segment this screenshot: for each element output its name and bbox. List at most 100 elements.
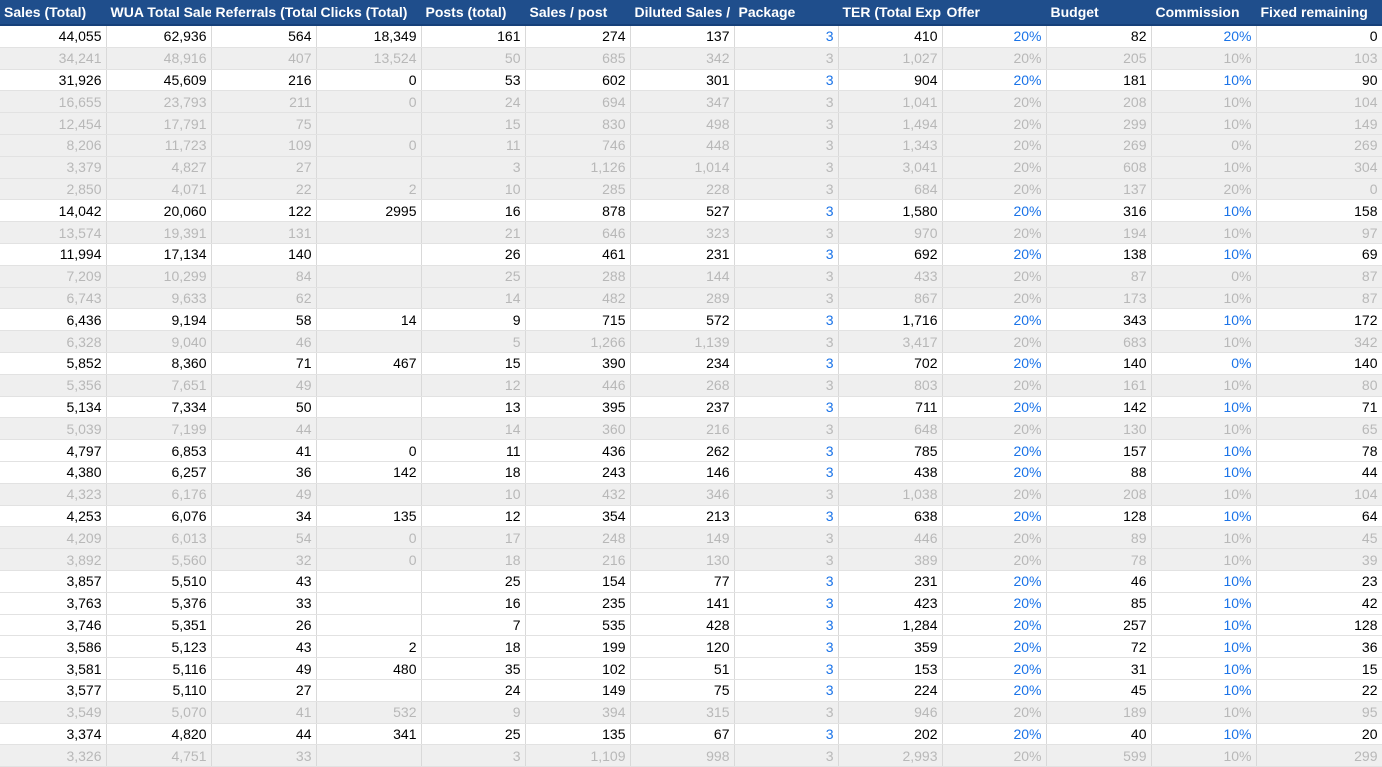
table-cell[interactable]: 44 bbox=[1256, 461, 1382, 484]
table-cell[interactable]: 102 bbox=[525, 657, 631, 680]
table-cell[interactable]: 269 bbox=[1046, 134, 1152, 157]
table-cell[interactable]: 43 bbox=[211, 570, 317, 593]
table-cell[interactable]: 3 bbox=[421, 744, 526, 767]
table-cell[interactable]: 5,376 bbox=[106, 592, 212, 615]
table-cell[interactable]: 323 bbox=[630, 221, 735, 244]
table-cell[interactable]: 1,027 bbox=[838, 47, 943, 70]
table-cell[interactable]: 685 bbox=[525, 47, 631, 70]
table-cell[interactable]: 10% bbox=[1151, 548, 1257, 571]
table-cell[interactable]: 20% bbox=[942, 69, 1047, 92]
table-cell[interactable]: 39 bbox=[1256, 548, 1382, 571]
table-cell[interactable]: 18 bbox=[421, 635, 526, 659]
table-cell[interactable]: 10% bbox=[1151, 483, 1257, 506]
table-cell[interactable]: 20% bbox=[942, 90, 1047, 114]
table-cell[interactable] bbox=[316, 265, 422, 288]
table-cell[interactable]: 20% bbox=[942, 439, 1047, 462]
table-cell[interactable]: 10% bbox=[1151, 570, 1257, 593]
table-cell[interactable]: 20% bbox=[942, 526, 1047, 550]
table-cell[interactable]: 26 bbox=[211, 614, 317, 637]
table-cell[interactable]: 50 bbox=[421, 47, 526, 70]
table-cell[interactable]: 149 bbox=[525, 679, 631, 702]
table-cell[interactable]: 10% bbox=[1151, 592, 1257, 615]
table-cell[interactable]: 4,380 bbox=[0, 461, 107, 484]
table-cell[interactable]: 9,633 bbox=[106, 287, 212, 310]
table-cell[interactable]: 48,916 bbox=[106, 47, 212, 70]
table-cell[interactable]: 20 bbox=[1256, 723, 1382, 746]
table-cell[interactable]: 3,577 bbox=[0, 679, 107, 702]
table-cell[interactable]: 62 bbox=[211, 287, 317, 310]
table-cell[interactable]: 24 bbox=[421, 90, 526, 114]
table-cell[interactable]: 20% bbox=[942, 483, 1047, 506]
table-cell[interactable]: 211 bbox=[211, 90, 317, 114]
table-cell[interactable]: 10% bbox=[1151, 243, 1257, 266]
table-cell[interactable]: 3,892 bbox=[0, 548, 107, 571]
table-cell[interactable]: 27 bbox=[211, 156, 317, 179]
table-cell[interactable]: 433 bbox=[838, 265, 943, 288]
table-cell[interactable]: 3 bbox=[734, 592, 839, 615]
table-cell[interactable]: 20% bbox=[942, 221, 1047, 244]
table-cell[interactable]: 12,454 bbox=[0, 112, 107, 135]
table-cell[interactable]: 4,751 bbox=[106, 744, 212, 767]
table-cell[interactable] bbox=[316, 374, 422, 397]
table-cell[interactable]: 20% bbox=[942, 308, 1047, 332]
table-cell[interactable]: 62,936 bbox=[106, 25, 212, 48]
table-cell[interactable]: 10% bbox=[1151, 396, 1257, 419]
table-cell[interactable]: 12 bbox=[421, 505, 526, 528]
table-cell[interactable]: 341 bbox=[316, 723, 422, 746]
table-cell[interactable]: 58 bbox=[211, 308, 317, 332]
table-cell[interactable]: 31,926 bbox=[0, 69, 107, 92]
table-cell[interactable]: 2,993 bbox=[838, 744, 943, 767]
table-cell[interactable]: 343 bbox=[1046, 308, 1152, 332]
table-cell[interactable]: 25 bbox=[421, 265, 526, 288]
table-cell[interactable]: 3,417 bbox=[838, 330, 943, 353]
table-cell[interactable]: 20% bbox=[942, 199, 1047, 223]
table-cell[interactable]: 13 bbox=[421, 396, 526, 419]
table-cell[interactable]: 128 bbox=[1046, 505, 1152, 528]
table-cell[interactable]: 785 bbox=[838, 439, 943, 462]
table-cell[interactable]: 3 bbox=[734, 221, 839, 244]
table-cell[interactable]: 6,853 bbox=[106, 439, 212, 462]
table-cell[interactable]: 1,014 bbox=[630, 156, 735, 179]
table-cell[interactable]: 0 bbox=[316, 69, 422, 92]
table-cell[interactable]: 299 bbox=[1256, 744, 1382, 767]
table-cell[interactable] bbox=[316, 592, 422, 615]
table-cell[interactable]: 20% bbox=[942, 330, 1047, 353]
table-cell[interactable]: 10% bbox=[1151, 505, 1257, 528]
table-cell[interactable]: 7 bbox=[421, 614, 526, 637]
table-cell[interactable]: 42 bbox=[1256, 592, 1382, 615]
table-cell[interactable]: 4,797 bbox=[0, 439, 107, 462]
table-cell[interactable]: 3 bbox=[734, 374, 839, 397]
table-cell[interactable]: 3 bbox=[734, 570, 839, 593]
table-cell[interactable]: 3 bbox=[734, 526, 839, 550]
table-cell[interactable]: 89 bbox=[1046, 526, 1152, 550]
table-cell[interactable]: 20% bbox=[942, 744, 1047, 767]
table-cell[interactable]: 410 bbox=[838, 25, 943, 48]
table-cell[interactable]: 608 bbox=[1046, 156, 1152, 179]
table-cell[interactable]: 20% bbox=[942, 47, 1047, 70]
table-cell[interactable]: 16 bbox=[421, 199, 526, 223]
table-cell[interactable]: 359 bbox=[838, 635, 943, 659]
table-cell[interactable]: 3,326 bbox=[0, 744, 107, 767]
table-cell[interactable]: 27 bbox=[211, 679, 317, 702]
table-cell[interactable]: 20% bbox=[942, 396, 1047, 419]
table-cell[interactable]: 5,123 bbox=[106, 635, 212, 659]
table-cell[interactable]: 16 bbox=[421, 592, 526, 615]
table-cell[interactable]: 3 bbox=[734, 461, 839, 484]
table-cell[interactable]: 20% bbox=[942, 679, 1047, 702]
table-cell[interactable]: 20% bbox=[942, 265, 1047, 288]
table-cell[interactable]: 15 bbox=[421, 352, 526, 375]
table-cell[interactable]: 3 bbox=[734, 483, 839, 506]
table-cell[interactable]: 3 bbox=[734, 701, 839, 724]
table-cell[interactable]: 146 bbox=[630, 461, 735, 484]
table-cell[interactable]: 9 bbox=[421, 308, 526, 332]
table-cell[interactable]: 14 bbox=[421, 417, 526, 441]
table-cell[interactable]: 20% bbox=[1151, 25, 1257, 48]
table-cell[interactable]: 3 bbox=[734, 156, 839, 179]
table-cell[interactable]: 5,852 bbox=[0, 352, 107, 375]
table-cell[interactable] bbox=[316, 112, 422, 135]
table-cell[interactable]: 10 bbox=[421, 483, 526, 506]
table-cell[interactable]: 7,199 bbox=[106, 417, 212, 441]
table-cell[interactable]: 3 bbox=[734, 744, 839, 767]
table-cell[interactable]: 135 bbox=[525, 723, 631, 746]
table-cell[interactable]: 84 bbox=[211, 265, 317, 288]
